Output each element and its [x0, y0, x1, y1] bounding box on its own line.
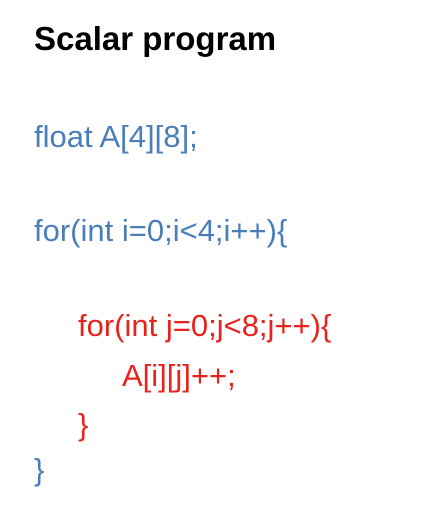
inner-loop-closing-brace: } [78, 407, 89, 442]
inner-for-loop: for(int j=0;j<8;j++){ [78, 308, 332, 343]
inner-loop-body: A[i][j]++; [122, 358, 236, 393]
array-declaration: float A[4][8]; [34, 119, 198, 154]
slide-title: Scalar program [34, 20, 277, 57]
outer-for-loop: for(int i=0;i<4;i++){ [34, 213, 288, 248]
outer-loop-closing-brace: } [34, 452, 45, 487]
